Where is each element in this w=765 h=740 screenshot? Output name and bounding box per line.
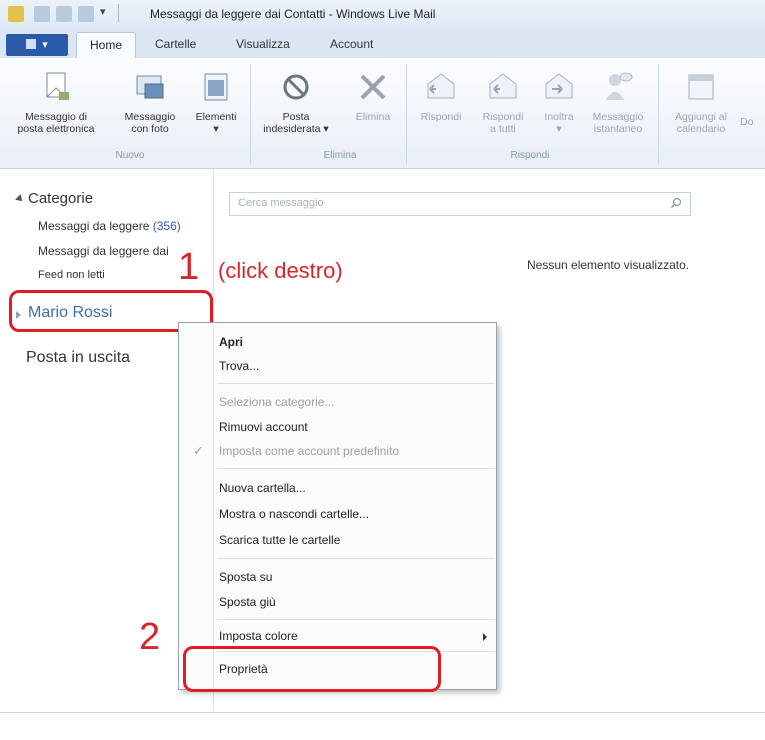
group-label-elimina: Elimina — [323, 150, 357, 161]
menu-separator — [217, 619, 495, 620]
search-input[interactable] — [230, 193, 666, 213]
search-box[interactable] — [229, 192, 691, 216]
window-title: Messaggi da leggere dai Contatti - Windo… — [150, 7, 436, 21]
new-email-label-1: Messaggio di — [25, 111, 87, 123]
reply-envelope-icon — [427, 73, 455, 99]
menu-item-move-up[interactable]: Sposta su — [219, 570, 272, 584]
add-to-calendar-button[interactable]: Aggiungi al calendario — [662, 70, 740, 135]
instant-message-button[interactable]: Messaggio istantaneo — [582, 70, 654, 135]
context-menu: Apri Trova... Seleziona categorie... Rim… — [178, 322, 497, 690]
menu-item-set-default-account[interactable]: Imposta come account predefinito — [219, 444, 399, 458]
quick-access-dropdown-icon[interactable]: ▾ — [100, 5, 106, 18]
menu-item-new-folder[interactable]: Nuova cartella... — [219, 481, 306, 495]
menu-item-download-all-folders[interactable]: Scarica tutte le cartelle — [219, 533, 340, 547]
group-label-nuovo: Nuovo — [115, 150, 145, 161]
photo-email-button[interactable]: Messaggio con foto — [112, 70, 188, 135]
photo-email-label-1: Messaggio — [124, 111, 176, 123]
file-menu-icon — [26, 39, 37, 49]
calendar-icon — [688, 74, 714, 100]
photo-email-label-2: con foto — [131, 123, 169, 135]
new-email-button[interactable]: Messaggio di posta elettronica — [6, 70, 106, 135]
tab-home[interactable]: Home — [76, 32, 136, 59]
categories-collapse-icon[interactable] — [15, 194, 25, 204]
annotation-step-2-number: 2 — [139, 616, 161, 658]
menu-item-set-color[interactable]: Imposta colore — [219, 629, 298, 643]
ribbon-separator — [658, 64, 659, 164]
reply-all-label-1: Rispondi — [482, 111, 524, 123]
instant-message-person-icon — [606, 72, 633, 100]
quick-reply-icon[interactable] — [56, 6, 72, 22]
menu-icon-gutter — [213, 325, 214, 687]
reply-all-button[interactable]: Rispondi a tutti — [474, 70, 532, 135]
delete-x-icon — [360, 74, 386, 100]
menu-item-select-categories[interactable]: Seleziona categorie... — [219, 395, 334, 409]
quick-sync-icon[interactable] — [78, 6, 94, 22]
status-bar-divider — [0, 712, 765, 713]
annotation-step-1-number: 1 — [178, 246, 200, 288]
menu-item-find[interactable]: Trova... — [219, 359, 259, 373]
reply-all-label-2: a tutti — [490, 123, 516, 135]
title-divider — [118, 4, 119, 22]
ribbon-separator — [406, 64, 407, 164]
photo-email-icon — [136, 75, 164, 99]
calendar-items-icon — [204, 73, 228, 101]
calendar-label-2: calendario — [676, 123, 726, 135]
junk-mail-button[interactable]: Posta indesiderata ▾ — [256, 70, 336, 135]
search-icon[interactable] — [670, 197, 682, 209]
menu-separator — [217, 383, 495, 384]
new-email-icon — [46, 72, 69, 100]
nav-item-unread-contacts[interactable]: Messaggi da leggere dai — [38, 244, 169, 258]
menu-separator — [217, 558, 495, 559]
tab-cartelle[interactable]: Cartelle — [155, 37, 196, 51]
calendar-label-1: Aggiungi al — [675, 111, 727, 123]
nav-item-unread-messages[interactable]: Messaggi da leggere (356) — [38, 219, 181, 233]
items-button[interactable]: Elementi ▾ — [186, 70, 246, 135]
forward-dropdown-icon: ▾ — [556, 123, 562, 135]
nav-item-label: Messaggi da leggere — [38, 219, 153, 233]
menu-separator — [217, 468, 495, 469]
submenu-arrow-icon — [483, 633, 487, 641]
forward-envelope-icon — [545, 73, 573, 99]
items-label: Elementi — [195, 111, 237, 123]
group-label-rispondi: Rispondi — [510, 150, 550, 161]
quick-new-icon[interactable] — [34, 6, 50, 22]
forward-button[interactable]: Inoltra ▾ — [534, 70, 584, 135]
reply-button[interactable]: Rispondi — [410, 70, 472, 123]
empty-list-message: Nessun elemento visualizzato. — [527, 258, 690, 272]
annotation-highlight-box-2 — [183, 646, 441, 692]
menu-item-show-hide-folders[interactable]: Mostra o nascondi cartelle... — [219, 507, 369, 521]
tab-visualizza[interactable]: Visualizza — [236, 37, 290, 51]
checkmark-icon: ✓ — [193, 443, 204, 458]
annotation-step-1-text: (click destro) — [218, 258, 343, 283]
nav-item-unread-feeds[interactable]: Feed non letti — [38, 269, 105, 281]
menu-item-open[interactable]: Apri — [219, 335, 243, 349]
app-icon — [8, 6, 24, 22]
unread-count: (356) — [152, 219, 181, 233]
junk-label-2: indesiderata — [263, 123, 321, 135]
delete-button[interactable]: Elimina — [344, 70, 402, 123]
forward-label: Inoltra — [544, 111, 574, 123]
menu-item-remove-account[interactable]: Rimuovi account — [219, 420, 308, 434]
categories-header[interactable]: Categorie — [28, 190, 93, 207]
junk-label-1: Posta — [282, 111, 310, 123]
title-bar: ▾ Messaggi da leggere dai Contatti - Win… — [0, 0, 765, 29]
nav-item-outbox[interactable]: Posta in uscita — [26, 349, 130, 367]
truncated-ribbon-button[interactable]: Do — [740, 116, 765, 128]
reply-label: Rispondi — [420, 111, 462, 123]
file-menu-button[interactable]: ▾ — [6, 34, 68, 56]
reply-all-envelope-icon — [489, 73, 517, 99]
menu-item-move-down[interactable]: Sposta giù — [219, 595, 276, 609]
block-icon — [283, 74, 309, 100]
delete-label: Elimina — [355, 111, 391, 123]
im-label-1: Messaggio — [592, 111, 644, 123]
im-label-2: istantaneo — [593, 123, 643, 135]
items-dropdown-icon: ▾ — [213, 123, 219, 135]
tab-account[interactable]: Account — [330, 37, 373, 51]
ribbon-separator — [250, 64, 251, 164]
new-email-label-2: posta elettronica — [17, 123, 95, 135]
